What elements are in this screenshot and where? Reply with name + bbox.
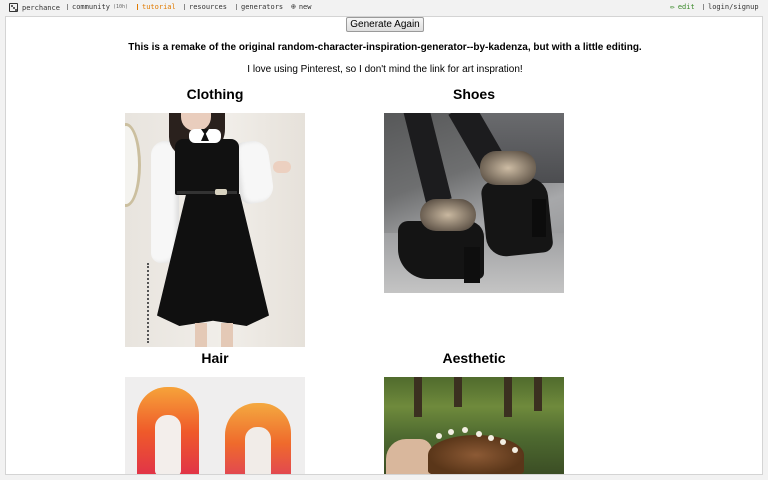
- tutorial-icon: [137, 4, 138, 10]
- top-nav: perchance community (10h) tutorial resou…: [0, 0, 768, 16]
- generators-link[interactable]: generators: [236, 3, 283, 11]
- generate-again-button[interactable]: Generate Again: [346, 17, 424, 32]
- intro-text: I love using Pinterest, so I don't mind …: [247, 64, 523, 75]
- community-icon: [67, 4, 68, 10]
- dice-icon: [9, 3, 18, 12]
- community-count: (10h): [112, 4, 128, 10]
- perchance-link[interactable]: perchance: [9, 3, 60, 12]
- new-link[interactable]: ⊕ new: [291, 2, 312, 12]
- hair-image[interactable]: [125, 377, 305, 474]
- edit-label: edit: [677, 3, 695, 11]
- generators-label: generators: [241, 3, 284, 11]
- aesthetic-image[interactable]: [384, 377, 564, 474]
- new-label: new: [298, 3, 312, 11]
- generators-icon: [236, 4, 237, 10]
- resources-label: resources: [189, 3, 227, 11]
- clothing-heading: Clothing: [186, 86, 244, 102]
- plus-circle-icon: ⊕: [291, 2, 296, 11]
- community-label: community: [72, 3, 110, 11]
- perchance-label: perchance: [22, 3, 60, 12]
- tutorial-label: tutorial: [142, 3, 176, 11]
- shoes-image[interactable]: [384, 113, 564, 293]
- community-link[interactable]: community (10h): [67, 3, 128, 11]
- user-icon: [703, 4, 704, 10]
- aesthetic-heading: Aesthetic: [442, 350, 506, 366]
- resources-icon: [184, 4, 185, 10]
- login-label: login/signup: [708, 3, 759, 11]
- hair-heading: Hair: [201, 350, 229, 366]
- pencil-icon: ✏: [670, 2, 675, 11]
- login-link[interactable]: login/signup: [703, 3, 759, 11]
- tutorial-link[interactable]: tutorial: [137, 3, 176, 11]
- edit-link[interactable]: ✏ edit: [670, 2, 695, 12]
- resources-link[interactable]: resources: [184, 3, 227, 11]
- intro-bold-text: This is a remake of the original random-…: [128, 42, 642, 53]
- generator-panel: Generate Again This is a remake of the o…: [5, 16, 763, 475]
- shoes-heading: Shoes: [452, 86, 495, 102]
- clothing-image[interactable]: [125, 113, 305, 347]
